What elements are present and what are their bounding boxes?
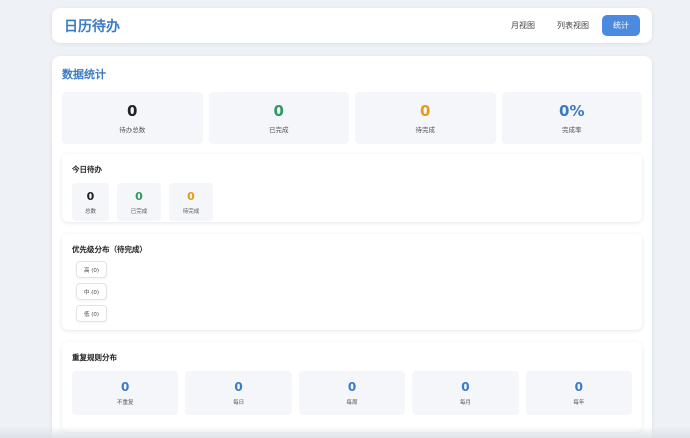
view-nav: 月视图 列表视图 统计 [502,15,640,36]
repeat-daily-label: 每日 [233,400,245,406]
stats-title: 数据统计 [62,68,106,81]
repeat-none-label: 不重复 [116,400,134,406]
total-count-label: 待办总数 [119,126,146,134]
repeat-monthly: 0 每月 [412,371,519,415]
priority-list: 高 (0) 中 (0) 低 (0) [76,261,632,322]
repeat-weekly-value: 0 [347,380,357,394]
stats-view-button[interactable]: 统计 [602,15,640,36]
repeat-monthly-label: 每月 [459,400,471,406]
repeat-daily: 0 每日 [185,371,292,415]
summary-card-rate: 0% 完成率 [501,92,642,144]
today-card: 今日待办 0 总数 0 已完成 0 待完成 [62,154,642,222]
repeat-row: 0 不重复 0 每日 0 每周 0 每月 0 每年 [72,371,633,415]
repeat-title: 重复规则分布 [72,353,117,362]
list-view-button[interactable]: 列表视图 [548,15,598,36]
repeat-yearly: 0 每年 [525,371,633,415]
today-completed-label: 已完成 [130,208,148,215]
repeat-none-value: 0 [121,380,130,394]
repeat-yearly-label: 每年 [573,400,585,406]
today-title: 今日待办 [72,165,102,174]
completion-rate-value: 0% [559,102,585,120]
priority-card: 优先级分布（待完成） 高 (0) 中 (0) 低 (0) [62,234,642,330]
app-header: 日历待办 月视图 列表视图 统计 [52,8,652,43]
completed-count-label: 已完成 [269,126,289,134]
completion-rate-label: 完成率 [562,126,582,134]
today-pending-value: 0 [187,189,195,203]
repeat-card: 重复规则分布 0 不重复 0 每日 0 每周 0 每月 0 每年 [62,342,642,432]
pending-count-label: 待完成 [415,126,436,134]
summary-card-completed: 0 已完成 [208,92,349,144]
priority-medium-chip[interactable]: 中 (0) [76,283,107,300]
today-pending: 0 待完成 [169,183,213,221]
completed-count-value: 0 [273,102,284,120]
pending-count-value: 0 [420,102,431,120]
today-completed-value: 0 [135,189,143,203]
repeat-none: 0 不重复 [72,371,179,415]
repeat-weekly: 0 每周 [298,371,406,415]
summary-row: 0 待办总数 0 已完成 0 待完成 0% 完成率 [62,92,642,144]
repeat-daily-value: 0 [234,380,243,394]
today-row: 0 总数 0 已完成 0 待完成 [72,183,632,221]
summary-card-total: 0 待办总数 [62,92,203,144]
repeat-weekly-label: 每周 [346,400,358,406]
repeat-yearly-value: 0 [574,380,583,394]
today-completed: 0 已完成 [117,183,161,221]
summary-card-pending: 0 待完成 [355,92,496,144]
priority-title: 优先级分布（待完成） [72,245,147,254]
page: 日历待办 月视图 列表视图 统计 数据统计 0 待办总数 0 已完成 0 待完成… [0,0,690,438]
priority-high-chip[interactable]: 高 (0) [76,261,107,278]
stats-panel: 数据统计 0 待办总数 0 已完成 0 待完成 0% 完成率 今日待办 0 总数… [52,56,652,438]
app-title: 日历待办 [64,18,120,35]
priority-low-chip[interactable]: 低 (0) [76,305,107,322]
today-total: 0 总数 [72,183,109,221]
month-view-button[interactable]: 月视图 [502,15,544,36]
total-count-value: 0 [127,102,138,120]
today-pending-label: 待完成 [182,208,200,215]
today-total-label: 总数 [84,208,96,215]
bottom-shadow [0,426,690,438]
today-total-value: 0 [86,189,95,203]
repeat-monthly-value: 0 [461,380,470,394]
